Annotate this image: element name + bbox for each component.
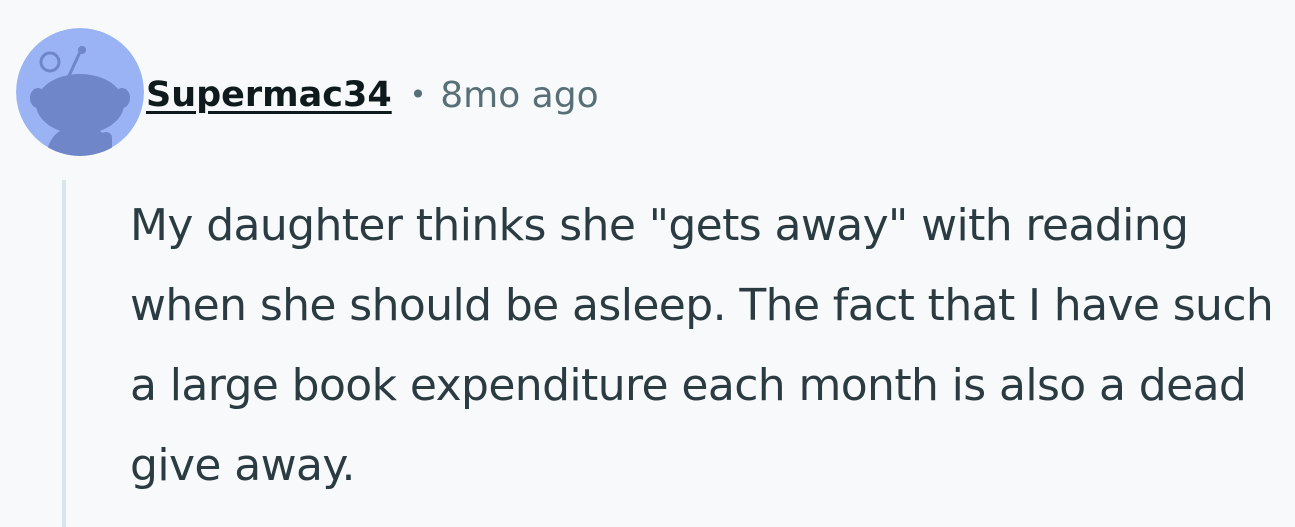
- thread-collapse-line[interactable]: [62, 180, 66, 527]
- comment-timestamp[interactable]: 8mo ago: [440, 75, 598, 116]
- comment-meta: Supermac34 • 8mo ago: [146, 70, 599, 120]
- author-link[interactable]: Supermac34: [146, 75, 392, 115]
- snoo-avatar-icon: [16, 28, 144, 156]
- meta-separator: •: [409, 77, 427, 111]
- user-avatar[interactable]: [16, 28, 144, 156]
- comment-body: My daughter thinks she "gets away" with …: [130, 200, 1274, 491]
- comment: Supermac34 • 8mo ago My daughter thinks …: [0, 0, 1295, 527]
